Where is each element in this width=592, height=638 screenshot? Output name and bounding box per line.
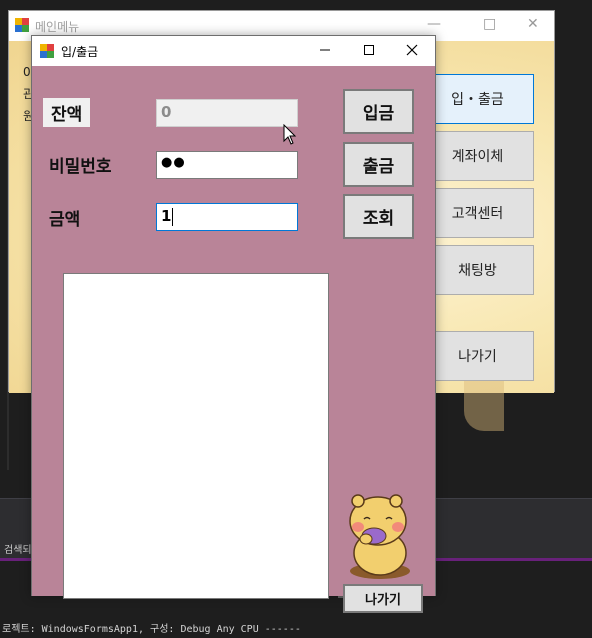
inquiry-button[interactable]: 조회	[343, 194, 414, 239]
dialog-titlebar[interactable]: 입/출금	[32, 36, 435, 66]
minimize-icon[interactable]: —	[427, 16, 441, 32]
amount-label: 금액	[49, 210, 81, 230]
menu-exit-button[interactable]: 나가기	[421, 331, 534, 381]
close-icon[interactable]	[400, 39, 424, 61]
mouse-cursor-icon	[283, 124, 297, 145]
password-label: 비밀번호	[49, 157, 112, 177]
balance-label: 잔액	[43, 98, 91, 127]
ide-output-text: 로젝트: WindowsFormsApp1, 구성: Debug Any CPU…	[2, 624, 301, 635]
maximize-icon[interactable]: □	[483, 16, 496, 32]
dialog-body: 잔액 비밀번호 금액 0 ●● 1 입금 출금 조회 나가기	[32, 66, 435, 613]
app-icon	[15, 18, 29, 32]
dialog-title: 입/출금	[61, 45, 99, 59]
minimize-icon[interactable]	[313, 39, 337, 61]
menu-chat-button[interactable]: 채팅방	[421, 245, 534, 295]
text-caret	[172, 207, 174, 226]
menu-customer-center-button[interactable]: 고객센터	[421, 188, 534, 238]
maximize-icon[interactable]	[357, 39, 381, 61]
transaction-listbox[interactable]	[63, 273, 329, 599]
deposit-withdraw-dialog: 입/출금 잔액 비밀번호 금액 0 ●● 1 입금 출금 조회 나가기	[31, 35, 436, 613]
password-field[interactable]: ●●	[156, 151, 298, 179]
close-icon[interactable]: ✕	[527, 16, 539, 32]
bear-mascot-image	[349, 494, 410, 579]
balance-field: 0	[156, 99, 298, 127]
ide-panel-label: 검색되	[4, 545, 32, 556]
main-window-title: 메인메뉴	[35, 20, 80, 34]
menu-deposit-withdraw-button[interactable]: 입・출금	[421, 74, 534, 124]
app-icon	[40, 44, 54, 58]
withdraw-button[interactable]: 출금	[343, 142, 414, 187]
amount-field[interactable]: 1	[156, 203, 298, 231]
menu-transfer-button[interactable]: 계좌이체	[421, 131, 534, 181]
deposit-button[interactable]: 입금	[343, 89, 414, 134]
amount-field-value: 1	[161, 207, 172, 225]
exit-button[interactable]: 나가기	[343, 584, 423, 613]
